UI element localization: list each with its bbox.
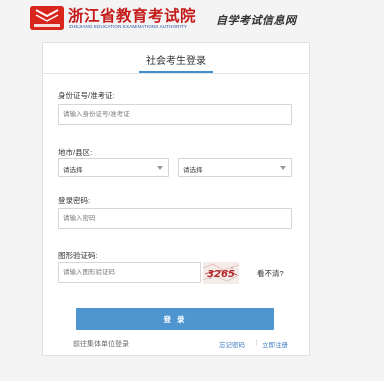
login-tabs: 社会考生登录 [43, 43, 309, 74]
password-input[interactable] [58, 208, 292, 229]
login-card: 社会考生登录 身份证号/准考证: 地市/县区: 请选择 请选择 登录密码: 图形… [42, 42, 310, 356]
site-header: 浙江省教育考试院 ZHEJIANG EDUCATION EXAMINATIONS… [0, 0, 384, 40]
register-link[interactable]: 立即注册 [262, 339, 288, 349]
chevron-down-icon [157, 166, 163, 170]
id-label: 身份证号/准考证: [58, 91, 115, 100]
site-tagline: 自学考试信息网 [216, 14, 297, 27]
site-subtitle: ZHEJIANG EDUCATION EXAMINATIONS AUTHORIT… [69, 24, 188, 29]
city-select-value: 请选择 [63, 167, 83, 174]
captcha-input[interactable] [58, 262, 201, 283]
login-button[interactable]: 登 录 [76, 308, 274, 330]
password-label: 登录密码: [58, 196, 91, 205]
captcha-image[interactable]: 3265 [203, 262, 239, 284]
group-login-link[interactable]: 前往集体单位登录 [73, 339, 129, 349]
captcha-label: 图形验证码: [58, 251, 98, 260]
forgot-password-link[interactable]: 忘记密码 [219, 339, 245, 349]
refresh-captcha-link[interactable]: 看不清? [257, 268, 284, 279]
tab-social-login[interactable]: 社会考生登录 [133, 52, 219, 67]
exam-authority-logo [30, 6, 64, 30]
link-divider: | [256, 339, 258, 346]
county-select-value: 请选择 [183, 167, 203, 174]
city-select[interactable]: 请选择 [58, 158, 169, 177]
active-tab-underline [139, 71, 213, 73]
region-label: 地市/县区: [58, 148, 93, 157]
site-title: 浙江省教育考试院 [68, 6, 197, 25]
county-select[interactable]: 请选择 [178, 158, 292, 177]
chevron-down-icon [280, 166, 286, 170]
id-number-input[interactable] [58, 104, 292, 125]
